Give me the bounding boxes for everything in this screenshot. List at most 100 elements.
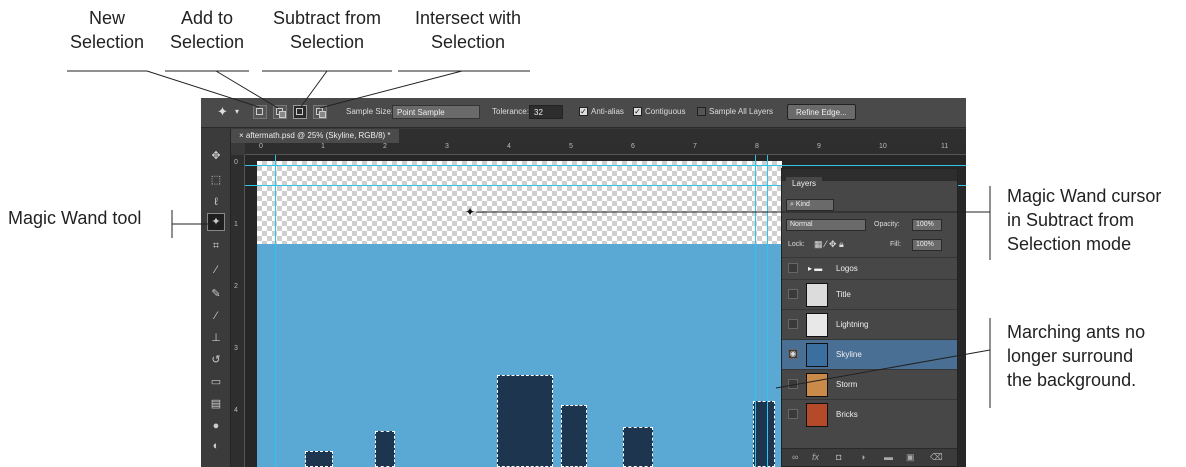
layer-thumbnail xyxy=(806,343,828,367)
layers-lock-row: Lock: ▦ ⁄ ✥ 🔒︎ Fill: 100% xyxy=(782,235,957,257)
visibility-eye-icon[interactable] xyxy=(788,289,798,299)
layer-row[interactable]: ▸ ▬ Logos xyxy=(782,257,957,279)
trash-icon[interactable]: ⌫ xyxy=(930,452,943,463)
magic-wand-tool-icon[interactable]: ✦ xyxy=(207,213,225,231)
move-tool-icon[interactable]: ✥ xyxy=(209,149,223,163)
callout-magic-wand-tool: Magic Wand tool xyxy=(8,206,141,230)
callout-line: Selection xyxy=(430,32,506,52)
sample-size-value: Point Sample xyxy=(397,108,445,117)
visibility-eye-icon[interactable] xyxy=(788,319,798,329)
add-to-selection-button[interactable] xyxy=(273,105,287,119)
layer-name: Skyline xyxy=(836,350,862,359)
tab-layers[interactable]: Layers xyxy=(786,177,823,191)
visibility-eye-icon[interactable] xyxy=(788,409,798,419)
visibility-eye-icon[interactable] xyxy=(788,379,798,389)
options-bar: ✦ ▾ Sample Size: Point Sample Tolerance:… xyxy=(201,98,966,128)
layers-panel-footer: ∞ fx ◘ ◑ ▬ ▣ ⌫ xyxy=(782,448,957,466)
new-layer-icon[interactable]: ▣ xyxy=(906,452,915,463)
anti-alias-checkbox[interactable]: ✓ xyxy=(579,107,588,116)
dodge-tool-icon[interactable]: ◐ xyxy=(209,439,223,453)
ruler-number: 4 xyxy=(234,407,238,414)
clone-stamp-tool-icon[interactable]: ⊥ xyxy=(209,331,223,345)
adjustment-icon[interactable]: ◑ xyxy=(860,452,865,462)
crop-tool-icon[interactable]: ⌗ xyxy=(209,239,223,253)
building xyxy=(375,431,395,467)
lasso-tool-icon[interactable]: ℓ xyxy=(209,195,223,209)
close-icon[interactable]: × xyxy=(239,131,244,140)
ruler-number: 11 xyxy=(941,143,949,150)
document-tab-bar: × aftermath.psd @ 25% (Skyline, RGB/8) * xyxy=(231,129,966,143)
lock-icons[interactable]: ▦ ⁄ ✥ 🔒︎ xyxy=(814,239,844,250)
guide-line xyxy=(275,155,276,467)
ruler-number: 2 xyxy=(383,143,387,150)
sample-size-label: Sample Size: xyxy=(346,107,394,116)
subtract-from-selection-button[interactable] xyxy=(293,105,307,119)
layer-row[interactable]: Lightning xyxy=(782,309,957,339)
callout-magic-wand-cursor: Magic Wand cursor in Subtract from Selec… xyxy=(1007,184,1161,256)
magic-wand-preset-icon[interactable]: ✦ xyxy=(217,104,228,120)
ruler-number: 0 xyxy=(234,159,238,166)
layer-row[interactable]: Bricks xyxy=(782,399,957,429)
document-tab[interactable]: × aftermath.psd @ 25% (Skyline, RGB/8) * xyxy=(231,129,399,143)
fill-label: Fill: xyxy=(890,241,901,248)
eyedropper-tool-icon[interactable]: ⁄ xyxy=(209,263,223,277)
callout-line: Add to xyxy=(180,8,234,28)
photoshop-window: ✦ ▾ Sample Size: Point Sample Tolerance:… xyxy=(201,98,966,467)
opacity-input[interactable]: 100% xyxy=(912,219,942,231)
guide-line xyxy=(767,155,768,467)
fx-icon[interactable]: fx xyxy=(812,452,819,462)
callout-intersect-with-selection: Intersect with Selection xyxy=(398,6,538,54)
callout-line: the background. xyxy=(1007,370,1137,390)
intersect-with-selection-button[interactable] xyxy=(313,105,327,119)
chevron-down-icon[interactable]: ▾ xyxy=(235,107,239,116)
sample-all-layers-checkbox[interactable] xyxy=(697,107,706,116)
visibility-eye-icon[interactable] xyxy=(788,263,798,273)
visibility-eye-icon[interactable]: ◉ xyxy=(788,349,798,359)
refine-edge-label: Refine Edge... xyxy=(796,108,847,117)
fill-input[interactable]: 100% xyxy=(912,239,942,251)
callout-line: New xyxy=(88,8,125,28)
gradient-tool-icon[interactable]: ▤ xyxy=(209,397,223,411)
blur-tool-icon[interactable]: ● xyxy=(209,419,223,433)
eraser-tool-icon[interactable]: ▭ xyxy=(209,375,223,389)
lock-label: Lock: xyxy=(788,241,805,248)
building xyxy=(561,405,587,467)
building xyxy=(305,451,333,467)
callout-line: Selection xyxy=(169,32,245,52)
marquee-tool-icon[interactable]: ⬚ xyxy=(209,173,223,187)
building xyxy=(753,401,775,467)
layer-row[interactable]: Title xyxy=(782,279,957,309)
folder-icon[interactable]: ▬ xyxy=(884,452,893,462)
add-to-selection-icon-overlap xyxy=(279,111,286,118)
filter-kind-select[interactable]: ⌕ Kind xyxy=(786,199,834,211)
sample-size-select[interactable]: Point Sample xyxy=(392,105,480,119)
guide-line xyxy=(245,165,966,166)
ruler-number: 4 xyxy=(507,143,511,150)
layer-row[interactable]: ◉ Skyline xyxy=(782,339,957,369)
filter-kind-value: Kind xyxy=(795,201,810,208)
toolbox: ✥ ⬚ ℓ ✦ ⌗ ⁄ ✎ ⁄ ⊥ ↺ ▭ ▤ ● ◐ xyxy=(201,129,231,467)
link-icon[interactable]: ∞ xyxy=(792,452,798,462)
folder-icon[interactable]: ▸ ▬ xyxy=(808,264,822,273)
new-selection-button[interactable] xyxy=(253,105,267,119)
contiguous-checkbox[interactable]: ✓ xyxy=(633,107,642,116)
ruler-number: 1 xyxy=(321,143,325,150)
callout-add-to-selection: Add to Selection xyxy=(162,6,252,54)
ruler-number: 10 xyxy=(879,143,887,150)
blend-mode-value: Normal xyxy=(790,221,813,228)
mask-icon[interactable]: ◘ xyxy=(836,452,841,462)
callout-line: Selection mode xyxy=(1007,234,1132,254)
refine-edge-button[interactable]: Refine Edge... xyxy=(787,104,856,120)
brush-tool-icon[interactable]: ⁄ xyxy=(209,309,223,323)
layer-row[interactable]: Storm xyxy=(782,369,957,399)
tolerance-input[interactable]: 32 xyxy=(529,105,563,119)
layer-name: Bricks xyxy=(836,410,858,419)
ruler-number: 5 xyxy=(569,143,573,150)
ruler-number: 3 xyxy=(234,345,238,352)
healing-brush-tool-icon[interactable]: ✎ xyxy=(209,287,223,301)
layer-name: Logos xyxy=(836,264,858,273)
ruler-number: 8 xyxy=(755,143,759,150)
intersect-with-selection-icon-overlap xyxy=(319,111,326,118)
blend-mode-select[interactable]: Normal xyxy=(786,219,866,231)
history-brush-tool-icon[interactable]: ↺ xyxy=(209,353,223,367)
